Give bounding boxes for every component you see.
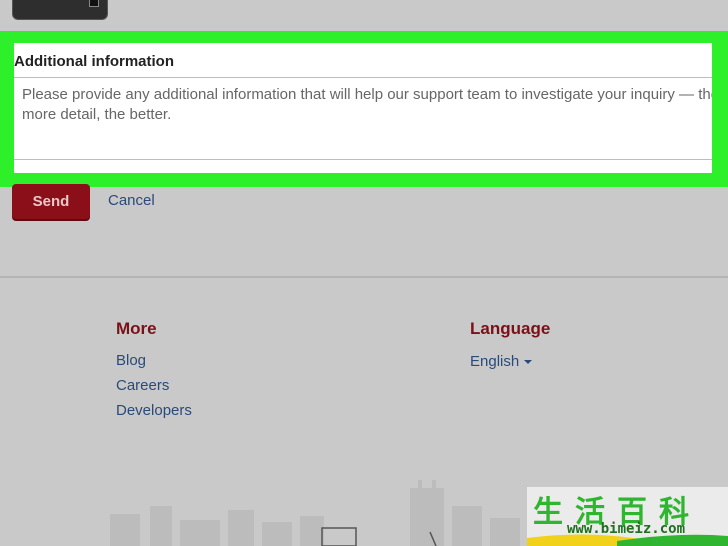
footer-link-careers[interactable]: Careers <box>116 377 169 394</box>
highlight-box: Additional information Please provide an… <box>0 31 728 187</box>
attachment-thumbnail[interactable] <box>12 0 108 20</box>
additional-info-textarea[interactable]: Please provide any additional informatio… <box>14 78 712 158</box>
more-heading: More <box>116 319 157 338</box>
language-dropdown[interactable]: English <box>470 353 533 370</box>
footer-link-developers[interactable]: Developers <box>116 402 192 419</box>
placeholder-line-1: Please provide any additional informatio… <box>22 86 712 103</box>
caret-down-icon <box>524 360 533 365</box>
footer-divider <box>0 276 728 278</box>
watermark: 生活百科 www.bimeiz.com <box>527 487 728 546</box>
thumbnail-detail <box>89 0 99 7</box>
watermark-stripe <box>527 534 728 546</box>
additional-info-label: Additional information <box>14 53 174 70</box>
panel-bottom-border <box>14 159 712 160</box>
placeholder-line-2: more detail, the better. <box>22 106 172 123</box>
send-button[interactable]: Send <box>12 184 90 219</box>
footer-link-blog[interactable]: Blog <box>116 352 146 369</box>
language-value: English <box>470 353 520 370</box>
cancel-link[interactable]: Cancel <box>108 192 155 209</box>
additional-info-panel: Additional information Please provide an… <box>14 43 712 173</box>
language-heading: Language <box>470 319 551 338</box>
